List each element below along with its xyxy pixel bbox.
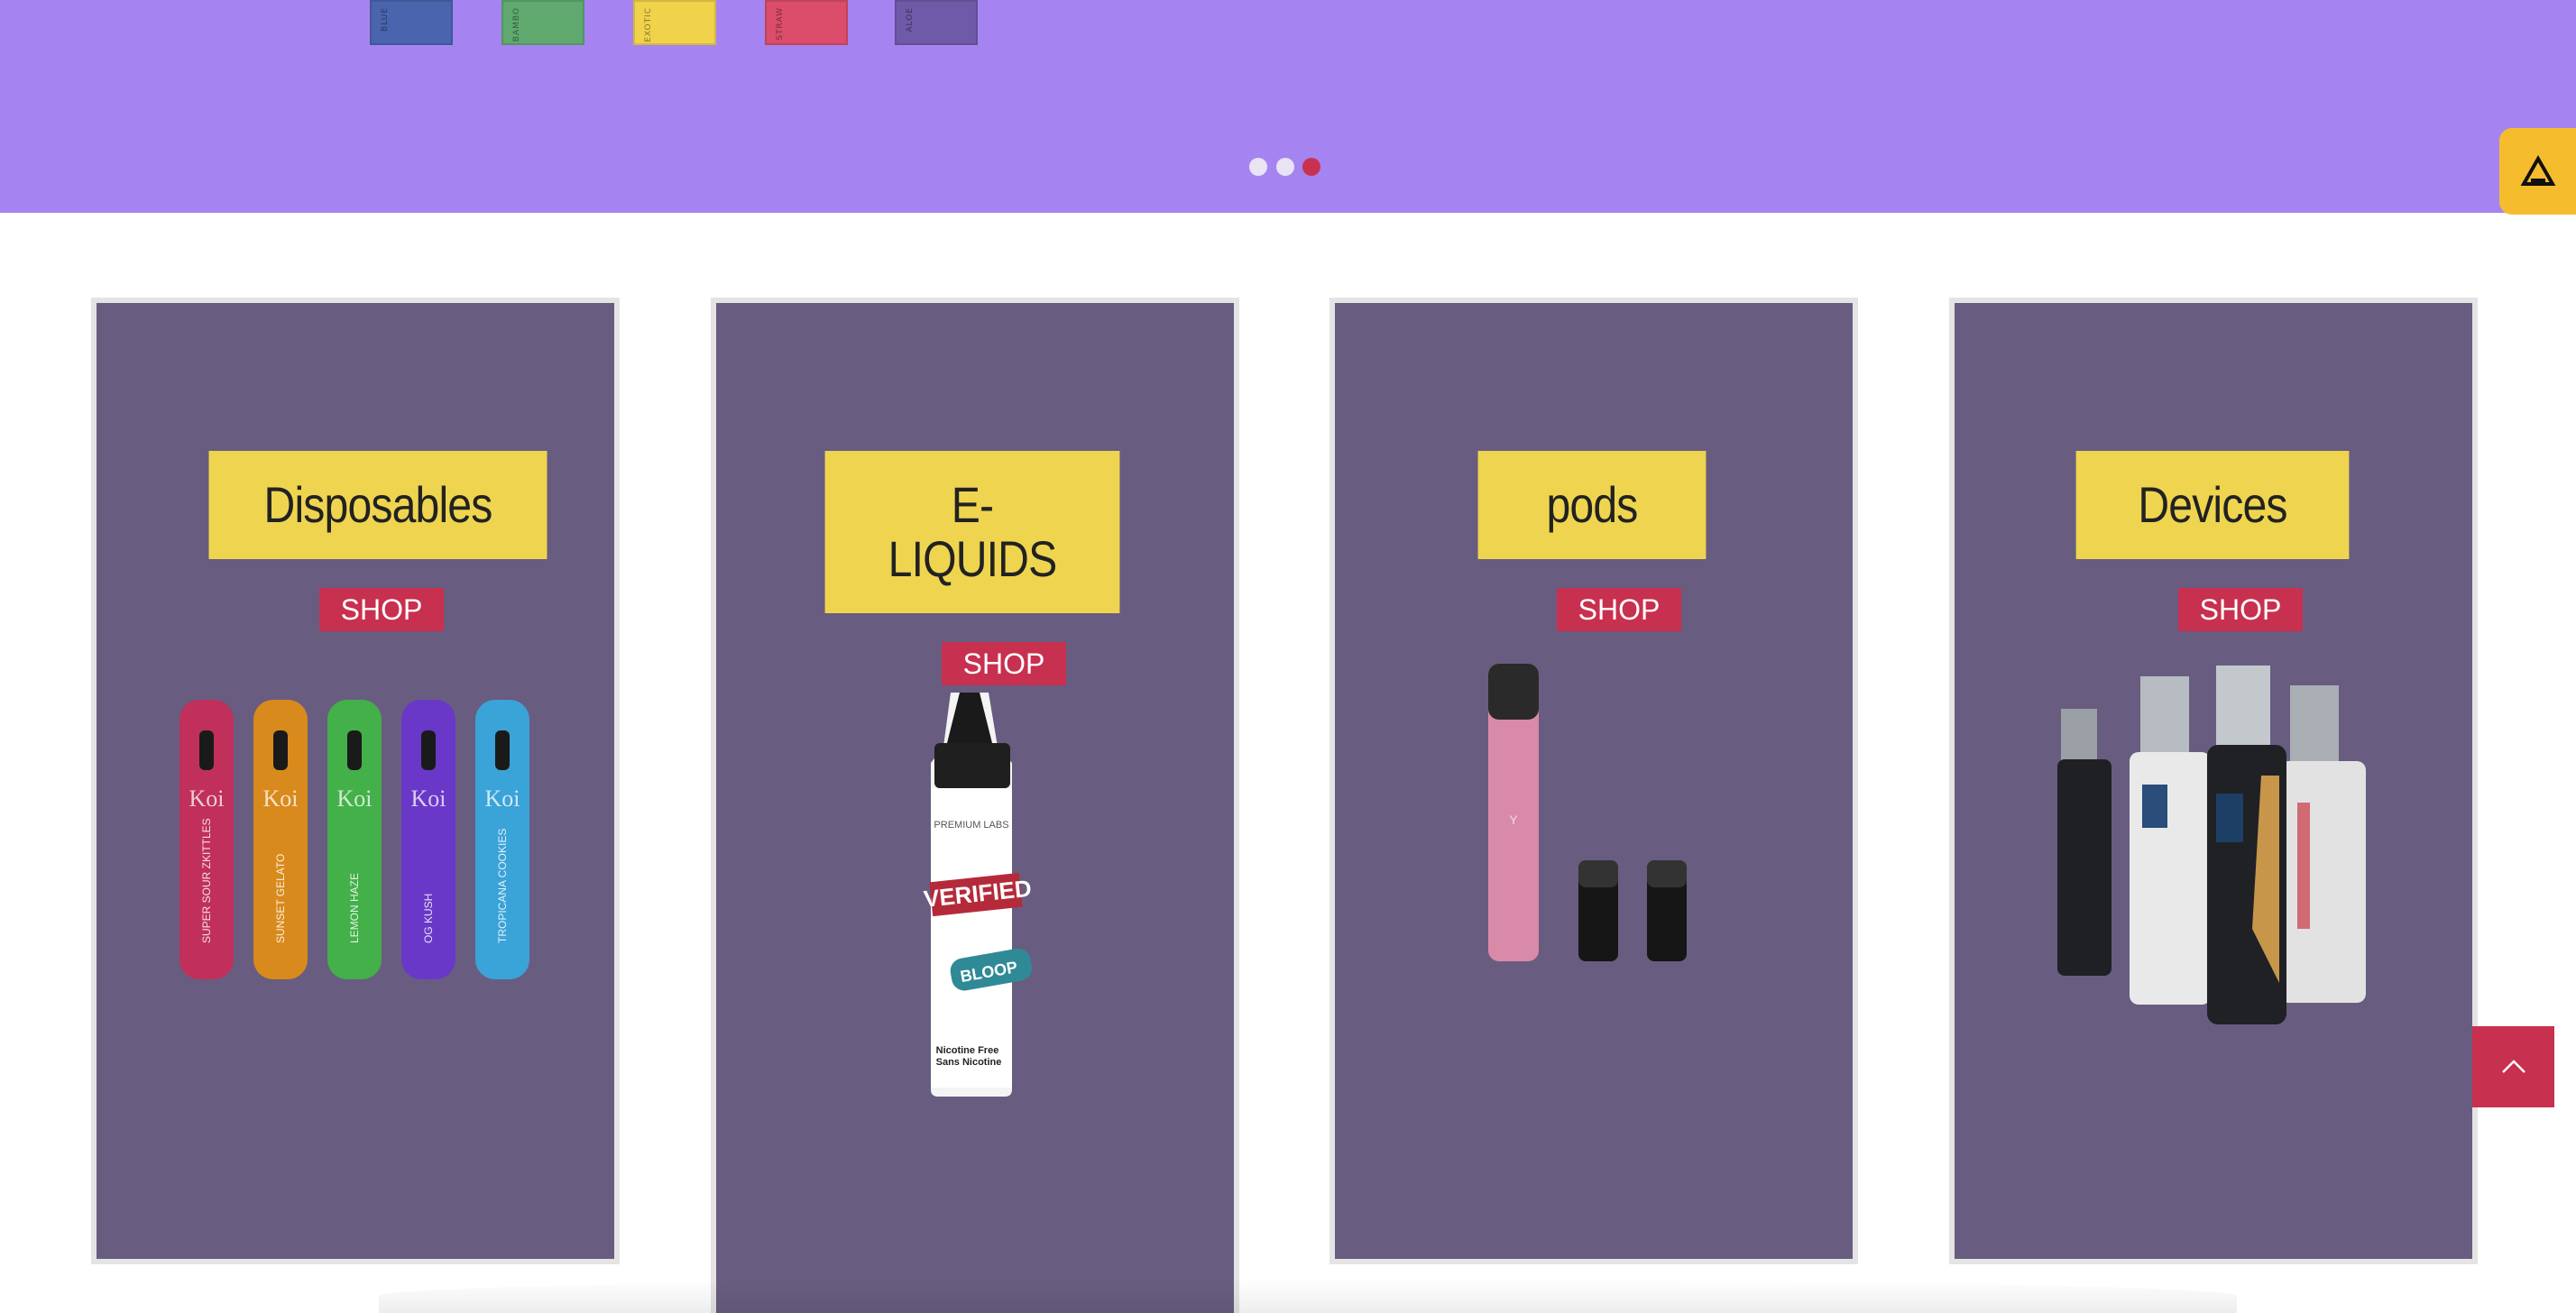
category-title-text: pods [1546,476,1639,533]
category-card-disposables[interactable]: Disposables SHOP Koi SUPER SOUR ZKITTLES K… [91,298,620,1264]
flavor-swatch-label: BLUE [381,7,390,32]
vape-pen-flavor: TROPICANA COOKIES [496,829,509,943]
vape-pen-flavor: SUNSET GELATO [274,854,287,943]
vape-pen-flavor: SUPER SOUR ZKITTLES [200,818,213,943]
disposable-vape-pens-image: KoiSUPER SOUR ZKITTLESKoiSUNSET GELATOKo… [179,700,529,979]
vape-pen-brand: Koi [485,785,520,812]
flavor-swatch-label: EXOTIC [644,7,653,42]
category-card-pods[interactable]: pods SHOP Y [1329,298,1858,1264]
vape-pen-flavor: LEMON HAZE [348,873,361,943]
pod-logo: Y [1509,813,1518,827]
shop-button[interactable]: SHOP [942,642,1066,685]
vape-pen: Koi OG KUSH [401,700,455,979]
category-title: E- LIQUIDS [824,451,1120,613]
pod-system-image: Y [1488,664,1687,961]
bottle-brand: PREMIUM LABS [934,820,1008,831]
e-liquid-bottle-image: PREMIUM LABS VERIFIED BLOOP Nicotine Fre… [923,693,1032,1097]
hero-slider: BLUE BAMBO EXOTIC STRAW ALOE [0,0,2576,213]
vape-pen-brand: Koi [189,785,225,812]
scroll-to-top-button[interactable] [2472,1026,2554,1107]
brand-badge[interactable] [2499,128,2576,215]
vape-pen: Koi SUPER SOUR ZKITTLES [179,700,234,979]
category-title-text: Devices [2138,476,2287,533]
category-title-text: E- LIQUIDS [888,476,1058,587]
flavor-swatch[interactable]: STRAW [765,0,848,45]
vape-pen-brand: Koi [337,785,373,812]
vape-pen-brand: Koi [263,785,299,812]
category-title: pods [1477,451,1707,559]
brand-logo-icon [2520,154,2555,186]
chevron-up-icon [2501,1060,2525,1073]
vape-mod-devices-image [2057,666,2366,1024]
category-card-devices[interactable]: Devices SHOP [1949,298,2478,1264]
vape-pen: Koi TROPICANA COOKIES [475,700,529,979]
vape-pen-flavor: OG KUSH [422,894,435,943]
flavor-swatch[interactable]: BAMBO [501,0,584,45]
flavor-swatch[interactable]: ALOE [895,0,978,45]
page-footer-shadow [379,1279,2237,1313]
slider-dot[interactable] [1276,158,1294,176]
shop-button[interactable]: SHOP [319,588,444,631]
category-title: Disposables [208,451,547,559]
vape-pen: Koi SUNSET GELATO [253,700,308,979]
shop-button[interactable]: SHOP [1557,588,1681,631]
flavor-swatch[interactable]: EXOTIC [633,0,716,45]
flavor-swatch[interactable]: BLUE [370,0,453,45]
category-title: Devices [2075,451,2350,559]
shop-button[interactable]: SHOP [2178,588,2303,631]
category-title-text: Disposables [263,476,493,533]
category-card-e-liquids[interactable]: E- LIQUIDS SHOP PREMIUM LABS VERIFIED BLO… [711,298,1239,1313]
flavor-swatch-label: STRAW [776,7,785,41]
vape-pen: Koi LEMON HAZE [327,700,382,979]
slider-dot[interactable] [1249,158,1267,176]
flavor-swatch-label: ALOE [906,7,915,32]
vape-pen-brand: Koi [411,785,446,812]
slider-dot-active[interactable] [1302,158,1320,176]
flavor-swatch-label: BAMBO [512,7,521,42]
bottle-note: Nicotine Free Sans Nicotine [936,1045,1002,1068]
